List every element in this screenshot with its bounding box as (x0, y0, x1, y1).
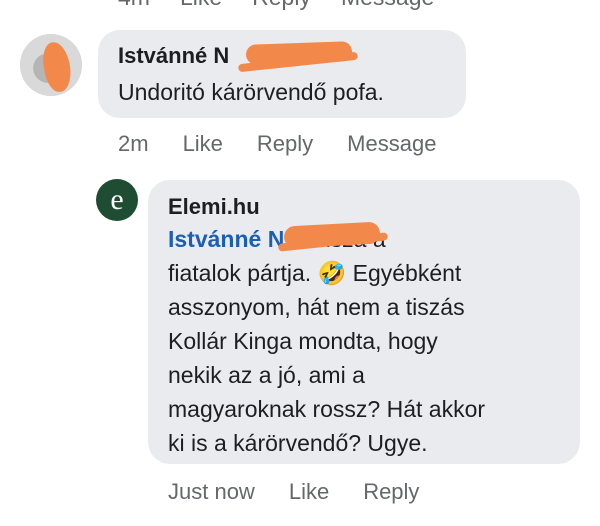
reply-bubble: Elemi.hu Istvánné NA Tisza a fiatalok pá… (148, 180, 580, 464)
reply-like-link[interactable]: Like (289, 479, 329, 505)
reply-line-4: Kollár Kinga mondta, hogy (168, 328, 438, 354)
comment-reply-link[interactable]: Reply (257, 131, 313, 157)
comment-actions: 2m Like Reply Message (118, 131, 436, 157)
comment-author[interactable]: Istvánné N (118, 43, 229, 69)
reply-author[interactable]: Elemi.hu (168, 194, 260, 220)
commenter-avatar[interactable] (20, 34, 82, 96)
page-logo-icon: e (110, 183, 124, 216)
reply-line-5: nekik az a jó, ami a (168, 362, 365, 388)
page-avatar[interactable]: e (96, 179, 138, 221)
previous-reply-link[interactable]: Reply (252, 0, 311, 11)
reply-mention[interactable]: Istvánné N (168, 226, 284, 252)
reply-line-3: asszonyom, hát nem a tiszás (168, 294, 465, 320)
comment-text: Undoritó kárörvendő pofa. (118, 79, 384, 105)
reply-actions: Just now Like Reply (168, 479, 419, 505)
reply-time: Just now (168, 479, 255, 504)
previous-time: 4m (118, 0, 150, 11)
reply-reply-link[interactable]: Reply (363, 479, 419, 505)
comment-like-link[interactable]: Like (183, 131, 223, 157)
previous-like-link[interactable]: Like (180, 0, 222, 11)
previous-message-link[interactable]: Message (341, 0, 434, 11)
comment-time: 2m (118, 131, 149, 156)
comment-bubble: Istvánné N Undoritó kárörvendő pofa. (98, 30, 466, 118)
reply-line-2: fiatalok pártja. 🤣 Egyébként (168, 260, 462, 286)
reply-line-6: magyaroknak rossz? Hát akkor (168, 396, 486, 422)
comment-message-link[interactable]: Message (347, 131, 436, 157)
previous-comment-actions: 4m Like Reply Message (118, 0, 434, 11)
reply-line-7: ki is a kárörvendő? Ugye. (168, 430, 428, 456)
reply-text: Istvánné NA Tisza a fiatalok pártja. 🤣 E… (168, 222, 568, 460)
